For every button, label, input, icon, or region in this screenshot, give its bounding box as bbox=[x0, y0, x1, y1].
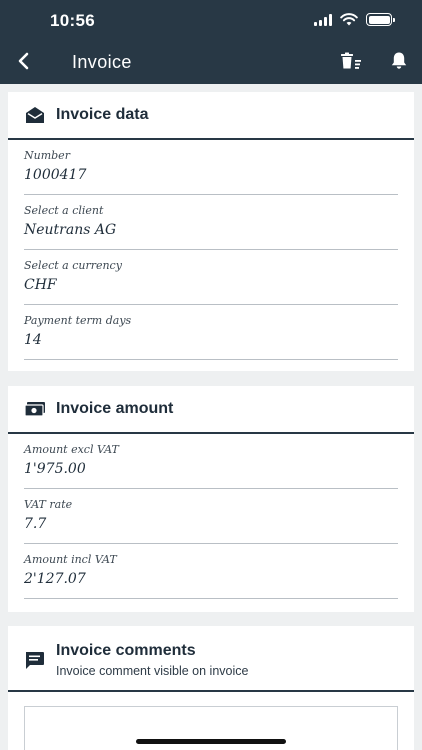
payment-term-value: 14 bbox=[24, 332, 42, 348]
invoice-comments-title: Invoice comments bbox=[56, 642, 196, 659]
envelope-open-icon bbox=[24, 104, 46, 126]
bell-icon[interactable] bbox=[390, 51, 408, 70]
status-bar: 10:56 bbox=[0, 0, 422, 40]
invoice-comments-subtitle: Invoice comment visible on invoice bbox=[56, 664, 249, 678]
system-icons bbox=[314, 13, 395, 26]
status-time: 10:56 bbox=[50, 11, 95, 30]
invoice-data-header: Invoice data bbox=[8, 92, 414, 140]
payment-term-label: Payment term days bbox=[24, 314, 132, 327]
client-select[interactable]: Select a client Neutrans AG bbox=[24, 195, 398, 250]
battery-icon bbox=[366, 13, 395, 26]
number-label: Number bbox=[24, 149, 70, 162]
home-indicator bbox=[136, 739, 286, 744]
money-bill-icon bbox=[24, 398, 46, 420]
vat-rate-label: VAT rate bbox=[24, 498, 73, 511]
nav-bar: Invoice bbox=[0, 42, 422, 84]
number-value: 1000417 bbox=[24, 167, 87, 183]
invoice-data-title: Invoice data bbox=[56, 106, 149, 123]
currency-value: CHF bbox=[24, 277, 57, 293]
page-title: Invoice bbox=[72, 52, 132, 72]
amount-excl-vat-value: 1'975.00 bbox=[24, 461, 86, 477]
payment-term-field[interactable]: Payment term days 14 bbox=[24, 305, 398, 360]
invoice-comments-header: Invoice comments Invoice comment visible… bbox=[8, 626, 414, 692]
back-button[interactable] bbox=[12, 50, 34, 72]
client-label: Select a client bbox=[24, 204, 104, 217]
amount-excl-vat-field[interactable]: Amount excl VAT 1'975.00 bbox=[24, 434, 398, 489]
chevron-left-icon bbox=[18, 52, 29, 70]
invoice-comments-card: Invoice comments Invoice comment visible… bbox=[8, 626, 414, 750]
wifi-icon bbox=[340, 13, 358, 26]
cellular-signal-icon bbox=[314, 13, 332, 26]
amount-incl-vat-value: 2'127.07 bbox=[24, 571, 86, 587]
amount-excl-vat-label: Amount excl VAT bbox=[24, 443, 119, 456]
nav-actions bbox=[340, 51, 408, 70]
vat-rate-value: 7.7 bbox=[24, 516, 47, 532]
invoice-amount-header: Invoice amount bbox=[8, 386, 414, 434]
chat-bubble-icon bbox=[24, 651, 46, 673]
invoice-data-card: Invoice data Number 1000417 Select a cli… bbox=[8, 92, 414, 371]
client-value: Neutrans AG bbox=[24, 222, 117, 238]
amount-incl-vat-label: Amount incl VAT bbox=[24, 553, 117, 566]
invoice-amount-title: Invoice amount bbox=[56, 400, 174, 417]
currency-label: Select a currency bbox=[24, 259, 122, 272]
amount-incl-vat-field[interactable]: Amount incl VAT 2'127.07 bbox=[24, 544, 398, 599]
invoice-amount-card: Invoice amount Amount excl VAT 1'975.00 … bbox=[8, 386, 414, 612]
app-header: 10:56 Invoice bbox=[0, 0, 422, 84]
currency-select[interactable]: Select a currency CHF bbox=[24, 250, 398, 305]
number-field[interactable]: Number 1000417 bbox=[24, 140, 398, 195]
trash-list-icon[interactable] bbox=[340, 52, 362, 70]
vat-rate-field[interactable]: VAT rate 7.7 bbox=[24, 489, 398, 544]
